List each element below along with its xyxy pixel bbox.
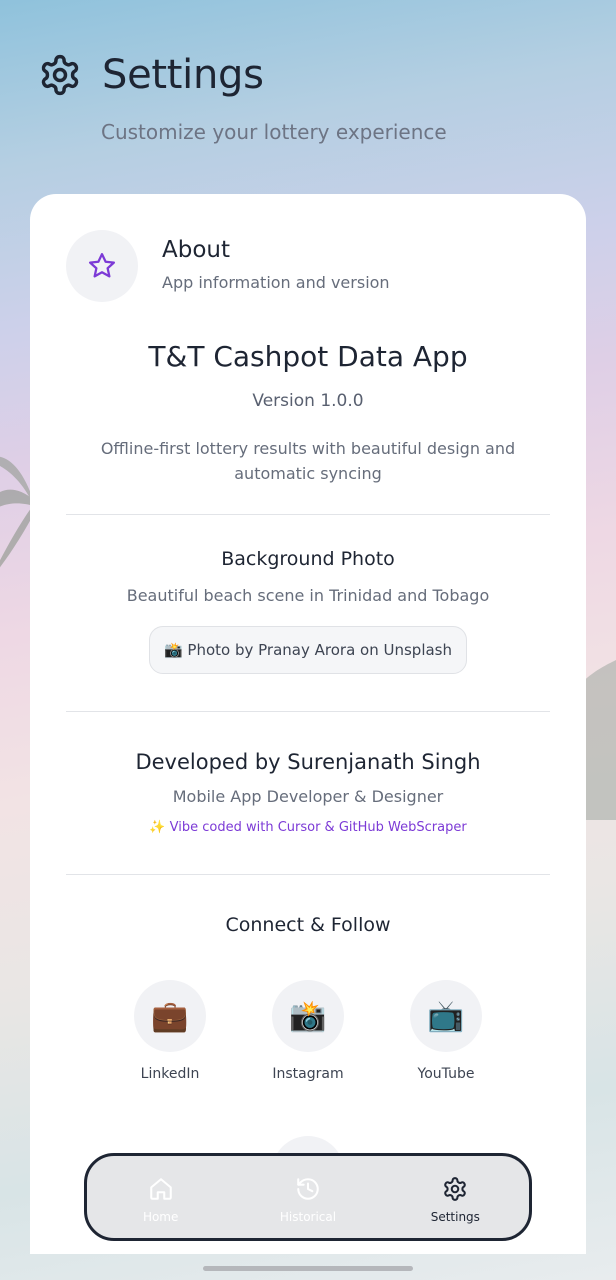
social-label: Instagram [272,1066,344,1082]
page-title: Settings [102,52,264,98]
camera-icon[interactable]: 📸 [272,980,344,1052]
connect-title: Connect & Follow [225,914,391,936]
divider [66,514,550,515]
nav-label: Settings [430,1210,480,1224]
app-version: Version 1.0.0 [252,391,364,411]
developer-role: Mobile App Developer & Designer [172,787,444,806]
television-icon[interactable]: 📺 [410,980,482,1052]
nav-item-home[interactable]: Home [101,1176,221,1224]
photo-credit-button[interactable]: 📸 Photo by Pranay Arora on Unsplash [149,626,467,674]
developer-vibe-note: ✨ Vibe coded with Cursor & GitHub WebScr… [149,820,467,835]
linkedin-link[interactable]: 💼 LinkedIn [115,980,225,1082]
page-subtitle: Customize your lottery experience [101,120,447,144]
background-photo-description: Beautiful beach scene in Trinidad and To… [126,586,490,605]
developer-title: Developed by Surenjanath Singh [135,750,481,774]
nav-item-historical[interactable]: Historical [248,1176,368,1224]
social-label: YouTube [417,1066,475,1082]
briefcase-icon[interactable]: 💼 [134,980,206,1052]
about-title: About [162,236,231,263]
gear-icon [41,54,79,96]
app-description: Offline-first lottery results with beaut… [100,439,516,483]
nav-label: Home [142,1210,179,1224]
about-section-header: About App information and version [66,230,390,302]
social-label: LinkedIn [140,1066,200,1082]
history-icon [297,1178,319,1200]
background-photo-title: Background Photo [221,548,395,570]
bottom-navigation: Home Historical Settings [84,1153,532,1241]
page-header: Settings [38,52,264,98]
divider [66,874,550,875]
divider [66,711,550,712]
star-icon [89,253,115,278]
nav-label: Historical [279,1210,337,1224]
youtube-link[interactable]: 📺 YouTube [391,980,501,1082]
settings-card: About App information and version T&T Ca… [30,194,586,1254]
app-name: T&T Cashpot Data App [148,340,468,373]
star-icon-badge [66,230,138,302]
home-icon [149,1178,172,1200]
instagram-link[interactable]: 📸 Instagram [253,980,363,1082]
home-indicator[interactable] [203,1266,413,1271]
gear-icon [444,1177,467,1201]
nav-item-settings[interactable]: Settings [395,1176,515,1224]
about-subtitle: App information and version [162,272,390,292]
